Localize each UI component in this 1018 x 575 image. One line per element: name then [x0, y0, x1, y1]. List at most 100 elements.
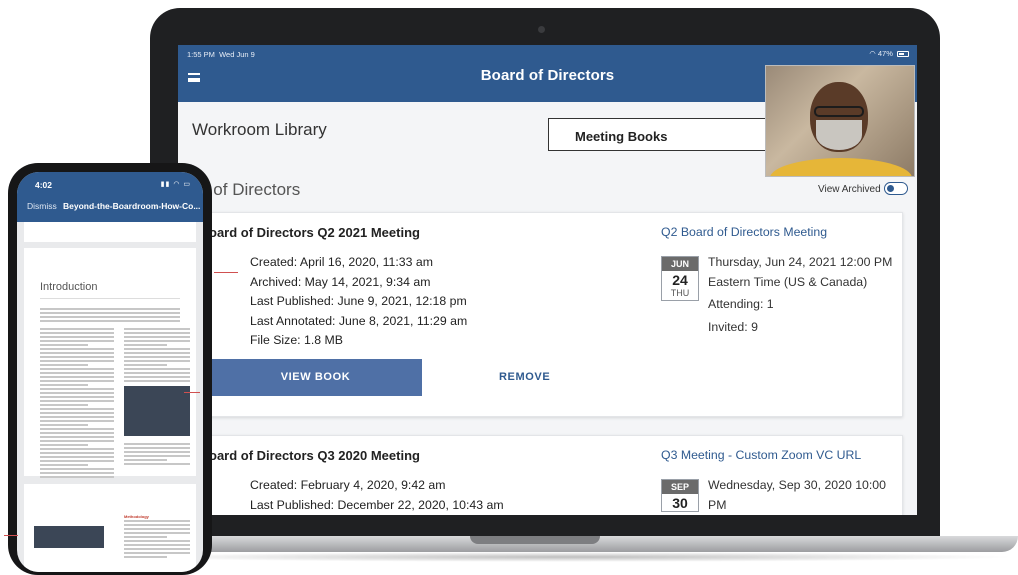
calendar-month: SEP	[662, 480, 698, 494]
status-time: 1:55 PM Wed Jun 9	[187, 50, 255, 59]
text-line	[40, 424, 89, 426]
toggle-knob	[887, 184, 894, 192]
text-line	[40, 408, 114, 410]
text-line	[40, 320, 180, 322]
book-details: Created: April 16, 2020, 11:33 am Archiv…	[250, 253, 467, 351]
text-line	[124, 556, 167, 558]
text-line	[40, 420, 114, 422]
book-details: Created: February 4, 2020, 9:42 am Last …	[250, 476, 504, 515]
document-title: Beyond-the-Boardroom-How-Co...	[63, 201, 201, 211]
text-line	[124, 352, 190, 354]
text-line	[124, 348, 190, 350]
text-line	[124, 372, 190, 374]
text-line	[124, 532, 190, 534]
text-line	[124, 344, 167, 346]
annotation-marker	[4, 535, 18, 536]
text-line	[40, 364, 89, 366]
text-line	[40, 448, 114, 450]
calendar-icon: JUN 24 THU	[661, 256, 699, 301]
calendar-month: JUN	[662, 257, 698, 271]
text-line	[124, 459, 167, 461]
text-line	[40, 468, 114, 470]
text-line	[124, 364, 167, 366]
calendar-day: 30	[672, 495, 688, 511]
text-line	[124, 340, 190, 342]
text-line	[40, 472, 114, 474]
view-archived-toggle[interactable]	[884, 182, 908, 195]
status-indicators: ◠ 47%	[869, 49, 909, 58]
text-line	[40, 440, 114, 442]
text-line	[40, 316, 180, 318]
meeting-link[interactable]: Q2 Board of Directors Meeting	[661, 225, 827, 239]
text-line	[124, 548, 190, 550]
text-line	[40, 456, 114, 458]
text-line	[40, 340, 114, 342]
text-line	[40, 392, 114, 394]
laptop-lid: 1:55 PM Wed Jun 9 ◠ 47% Board of Directo…	[150, 8, 940, 548]
phone-time: 4:02	[35, 180, 53, 190]
text-line	[40, 460, 114, 462]
published-date: Last Published: December 22, 2020, 10:43…	[250, 497, 504, 512]
meeting-datetime: Thursday, Jun 24, 2021 12:00 PM	[708, 255, 893, 269]
text-line	[124, 328, 190, 330]
annotation-marker	[214, 272, 238, 273]
document-page: Introduction	[24, 248, 196, 478]
text-line	[40, 332, 114, 334]
meeting-book-card: oard of Directors Q2 2021 Meeting Create…	[208, 212, 903, 417]
text-line	[124, 544, 190, 546]
text-line	[124, 443, 190, 445]
meeting-link[interactable]: Q3 Meeting - Custom Zoom VC URL	[661, 448, 861, 462]
callout-box	[124, 386, 190, 436]
calendar-icon: SEP 30	[661, 479, 699, 512]
view-book-button[interactable]: VIEW BOOK	[209, 359, 422, 396]
text-line	[124, 336, 190, 338]
laptop-shadow	[120, 552, 1018, 562]
laptop-screen: 1:55 PM Wed Jun 9 ◠ 47% Board of Directo…	[178, 45, 917, 515]
camera-icon	[538, 26, 545, 33]
text-line	[124, 524, 190, 526]
participant-beard	[816, 120, 862, 150]
phone-device: 4:02 ▮▮ ◠ ▭ Dismiss Beyond-the-Boardroom…	[8, 163, 212, 575]
wifi-icon: ◠	[869, 49, 876, 58]
created-date: Created: February 4, 2020, 9:42 am	[250, 478, 446, 492]
archived-date: Archived: May 14, 2021, 9:34 am	[250, 274, 431, 289]
text-line	[40, 368, 114, 370]
meeting-details: Thursday, Jun 24, 2021 12:00 PM Eastern …	[708, 253, 898, 337]
text-line	[124, 552, 190, 554]
remove-button[interactable]: REMOVE	[499, 371, 550, 383]
book-title: oard of Directors Q3 2020 Meeting	[209, 448, 420, 463]
phone-screen: 4:02 ▮▮ ◠ ▭ Dismiss Beyond-the-Boardroom…	[17, 172, 203, 572]
text-line	[124, 360, 190, 362]
text-line	[124, 332, 190, 334]
document-page: Methodology	[24, 484, 196, 572]
video-call-thumbnail[interactable]	[765, 65, 915, 177]
text-line	[40, 344, 89, 346]
text-line	[124, 447, 190, 449]
text-line	[124, 368, 190, 370]
text-line	[40, 396, 114, 398]
text-line	[40, 384, 89, 386]
calendar-day: 24	[672, 272, 688, 288]
meeting-books-dropdown[interactable]: Meeting Books	[548, 118, 778, 151]
text-line	[40, 436, 114, 438]
text-line	[124, 380, 190, 382]
dismiss-button[interactable]: Dismiss	[27, 201, 57, 211]
marketing-composite: 1:55 PM Wed Jun 9 ◠ 47% Board of Directo…	[0, 0, 1018, 575]
heading-rule	[40, 298, 180, 299]
laptop-notch	[470, 536, 600, 544]
battery-icon	[897, 51, 909, 57]
text-line	[40, 432, 114, 434]
text-line	[40, 380, 114, 382]
text-line	[40, 360, 114, 362]
page-heading: Introduction	[40, 281, 98, 293]
meeting-timezone: Eastern Time (US & Canada)	[708, 274, 868, 289]
calendar-weekday: THU	[670, 288, 690, 298]
phone-header: 4:02 ▮▮ ◠ ▭ Dismiss Beyond-the-Boardroom…	[17, 172, 203, 222]
text-line	[40, 452, 114, 454]
signal-icon: ▮▮ ◠ ▭	[160, 181, 191, 188]
participant-shirt	[770, 158, 912, 176]
text-line	[124, 528, 190, 530]
meeting-book-card: oard of Directors Q3 2020 Meeting Create…	[208, 435, 903, 515]
text-line	[40, 388, 114, 390]
text-line	[40, 376, 114, 378]
